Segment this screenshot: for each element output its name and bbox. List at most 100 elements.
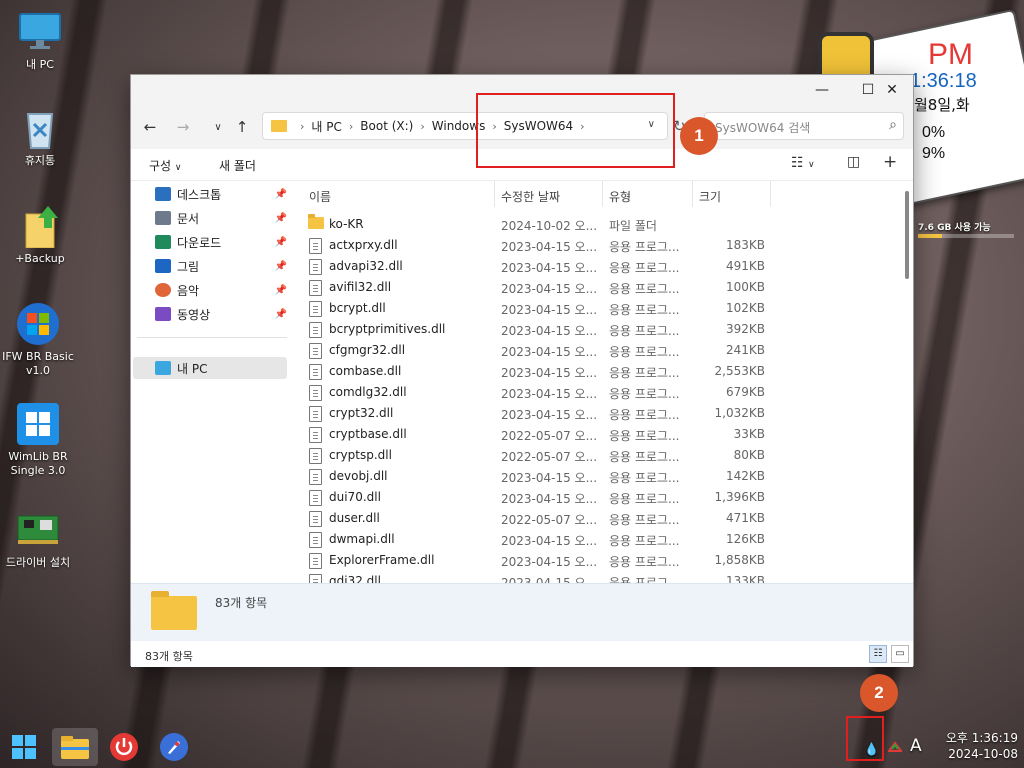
minimize-button[interactable]: — xyxy=(799,75,845,105)
desktop-icon-recycle-bin[interactable]: 휴지통 xyxy=(4,106,76,168)
highlight-box-address xyxy=(476,93,675,168)
forward-arrow-icon[interactable]: → xyxy=(171,115,195,139)
file-row[interactable]: avifil32.dll 2023-04-15 오... 응용 프로그... 100K… xyxy=(301,276,905,297)
nav-item-videos[interactable]: 동영상 📌 xyxy=(155,303,287,325)
desktop-icon-ifw-br-basic[interactable]: IFW BR Basic v1.0 xyxy=(2,302,74,378)
file-size: 183KB xyxy=(725,238,765,252)
nav-item-music[interactable]: 음악 📌 xyxy=(155,279,287,301)
disk-usage-fill xyxy=(918,234,942,238)
folder-icon xyxy=(151,591,197,630)
file-date: 2024-10-02 오... xyxy=(501,219,598,233)
file-date: 2023-04-15 오... xyxy=(501,282,598,296)
details-view-icon[interactable]: ☷ xyxy=(869,645,887,663)
desktop-icon-my-pc[interactable]: 내 PC xyxy=(4,10,76,72)
taskbar-power-button[interactable] xyxy=(104,728,144,766)
file-type: 응용 프로그... xyxy=(609,303,680,317)
nav-item-this-pc[interactable]: 내 PC xyxy=(155,357,287,379)
circuit-board-icon xyxy=(16,508,60,552)
document-icon xyxy=(155,211,171,225)
file-name: combase.dll xyxy=(329,364,402,378)
search-input[interactable]: SysWOW64 검색 ⌕ xyxy=(704,112,904,140)
file-row[interactable]: cryptbase.dll 2022-05-07 오... 응용 프로그... 33K… xyxy=(301,423,905,444)
file-row[interactable]: dwmapi.dll 2023-04-15 오... 응용 프로그... 126KB xyxy=(301,528,905,549)
monitor-icon xyxy=(155,361,171,375)
column-header-size[interactable]: 크기 xyxy=(693,181,771,207)
nav-item-downloads[interactable]: 다운로드 📌 xyxy=(155,231,287,253)
file-type: 응용 프로그... xyxy=(609,282,680,296)
file-row[interactable]: gdi32.dll 2023-04-15 오... 응용 프로그... 133KB xyxy=(301,570,905,583)
start-button[interactable] xyxy=(4,728,44,766)
clock-time: 오후 1:36:19 xyxy=(945,731,1018,745)
file-icon xyxy=(309,469,322,485)
file-icon xyxy=(309,511,322,527)
file-size: 1,396KB xyxy=(714,490,765,504)
back-arrow-icon[interactable]: ← xyxy=(138,115,162,139)
column-header-type[interactable]: 유형 xyxy=(603,181,693,207)
desktop-icon-label: 휴지통 xyxy=(24,154,56,167)
preview-pane-icon[interactable]: ◫ xyxy=(847,154,860,170)
file-type: 응용 프로그... xyxy=(609,471,680,485)
help-plus-icon[interactable]: + xyxy=(883,152,897,172)
file-size: 102KB xyxy=(725,301,765,315)
file-size: 241KB xyxy=(725,343,765,357)
new-folder-button[interactable]: 새 폴더 xyxy=(219,157,256,174)
large-icons-view-icon[interactable]: ▭ xyxy=(891,645,909,663)
file-row[interactable]: dui70.dll 2023-04-15 오... 응용 프로그... 1,396KB xyxy=(301,486,905,507)
file-row[interactable]: cryptsp.dll 2022-05-07 오... 응용 프로그... 80KB xyxy=(301,444,905,465)
tray-network-icon[interactable] xyxy=(887,740,903,756)
column-header-date[interactable]: 수정한 날짜 xyxy=(495,181,603,207)
file-row[interactable]: actxprxy.dll 2023-04-15 오... 응용 프로그... 183K… xyxy=(301,234,905,255)
column-header-name[interactable]: 이름 ^ xyxy=(301,181,495,207)
organize-menu-button[interactable]: 구성 ∨ xyxy=(149,157,182,174)
taskbar-clock[interactable]: 오후 1:36:19 2024-10-08 xyxy=(932,730,1018,762)
desktop-icon-driver-install[interactable]: 드라이버 설치 xyxy=(2,508,74,570)
up-arrow-icon[interactable]: ↑ xyxy=(230,115,254,139)
file-row[interactable]: devobj.dll 2023-04-15 오... 응용 프로그... 142KB xyxy=(301,465,905,486)
nav-item-desktop[interactable]: 데스크톱 📌 xyxy=(155,183,287,205)
nav-item-pictures[interactable]: 그림 📌 xyxy=(155,255,287,277)
tray-drop-icon[interactable]: 💧 xyxy=(864,742,879,756)
breadcrumb-boot-drive[interactable]: Boot (X:) xyxy=(360,119,413,133)
file-row[interactable]: advapi32.dll 2023-04-15 오... 응용 프로그... 491K… xyxy=(301,255,905,276)
desktop-icon-backup[interactable]: +Backup xyxy=(4,204,76,266)
file-row[interactable]: cfgmgr32.dll 2023-04-15 오... 응용 프로그... 241K… xyxy=(301,339,905,360)
breadcrumb-my-pc[interactable]: 내 PC xyxy=(311,118,341,135)
file-size: 133KB xyxy=(725,574,765,583)
file-icon xyxy=(309,238,322,254)
folder-icon xyxy=(271,120,287,132)
file-type: 응용 프로그... xyxy=(609,240,680,254)
file-date: 2023-04-15 오... xyxy=(501,576,598,583)
file-type: 응용 프로그... xyxy=(609,324,680,338)
file-row[interactable]: bcryptprimitives.dll 2023-04-15 오... 응용 프로… xyxy=(301,318,905,339)
file-row[interactable]: combase.dll 2023-04-15 오... 응용 프로그... 2,553… xyxy=(301,360,905,381)
step-badge-1: 1 xyxy=(680,117,718,155)
close-button[interactable]: ✕ xyxy=(869,75,915,105)
rocket-icon xyxy=(160,733,188,761)
file-icon xyxy=(309,574,322,583)
file-row[interactable]: crypt32.dll 2023-04-15 오... 응용 프로그... 1,032… xyxy=(301,402,905,423)
monitor-icon xyxy=(18,10,62,54)
taskbar-file-explorer[interactable] xyxy=(52,728,98,766)
recent-locations-chevron-icon[interactable]: ∨ xyxy=(206,115,230,139)
file-row[interactable]: ko-KR 2024-10-02 오... 파일 폴더 xyxy=(301,213,905,234)
view-options-icon[interactable]: ☷ ∨ xyxy=(791,155,815,171)
navigation-pane: 데스크톱 📌 문서 📌 다운로드 📌 그림 📌 음악 📌 동영상 📌 내 PC xyxy=(131,181,291,583)
file-row[interactable]: comdlg32.dll 2023-04-15 오... 응용 프로그... 679K… xyxy=(301,381,905,402)
file-row[interactable]: duser.dll 2022-05-07 오... 응용 프로그... 471KB xyxy=(301,507,905,528)
file-type: 응용 프로그... xyxy=(609,534,680,548)
file-date: 2022-05-07 오... xyxy=(501,429,598,443)
file-row[interactable]: ExplorerFrame.dll 2023-04-15 오... 응용 프로그..… xyxy=(301,549,905,570)
file-name: duser.dll xyxy=(329,511,380,525)
desktop-icon-wimlib-br[interactable]: WimLib BR Single 3.0 xyxy=(2,402,74,478)
ime-indicator[interactable]: A xyxy=(910,736,922,756)
vertical-scrollbar[interactable] xyxy=(905,191,909,279)
file-size: 142KB xyxy=(725,469,765,483)
nav-item-documents[interactable]: 문서 📌 xyxy=(155,207,287,229)
file-row[interactable]: bcrypt.dll 2023-04-15 오... 응용 프로그... 102KB xyxy=(301,297,905,318)
file-type: 응용 프로그... xyxy=(609,429,680,443)
file-date: 2023-04-15 오... xyxy=(501,492,598,506)
file-name: bcryptprimitives.dll xyxy=(329,322,446,336)
file-size: 100KB xyxy=(725,280,765,294)
taskbar-launcher[interactable] xyxy=(154,728,194,766)
file-date: 2023-04-15 오... xyxy=(501,555,598,569)
